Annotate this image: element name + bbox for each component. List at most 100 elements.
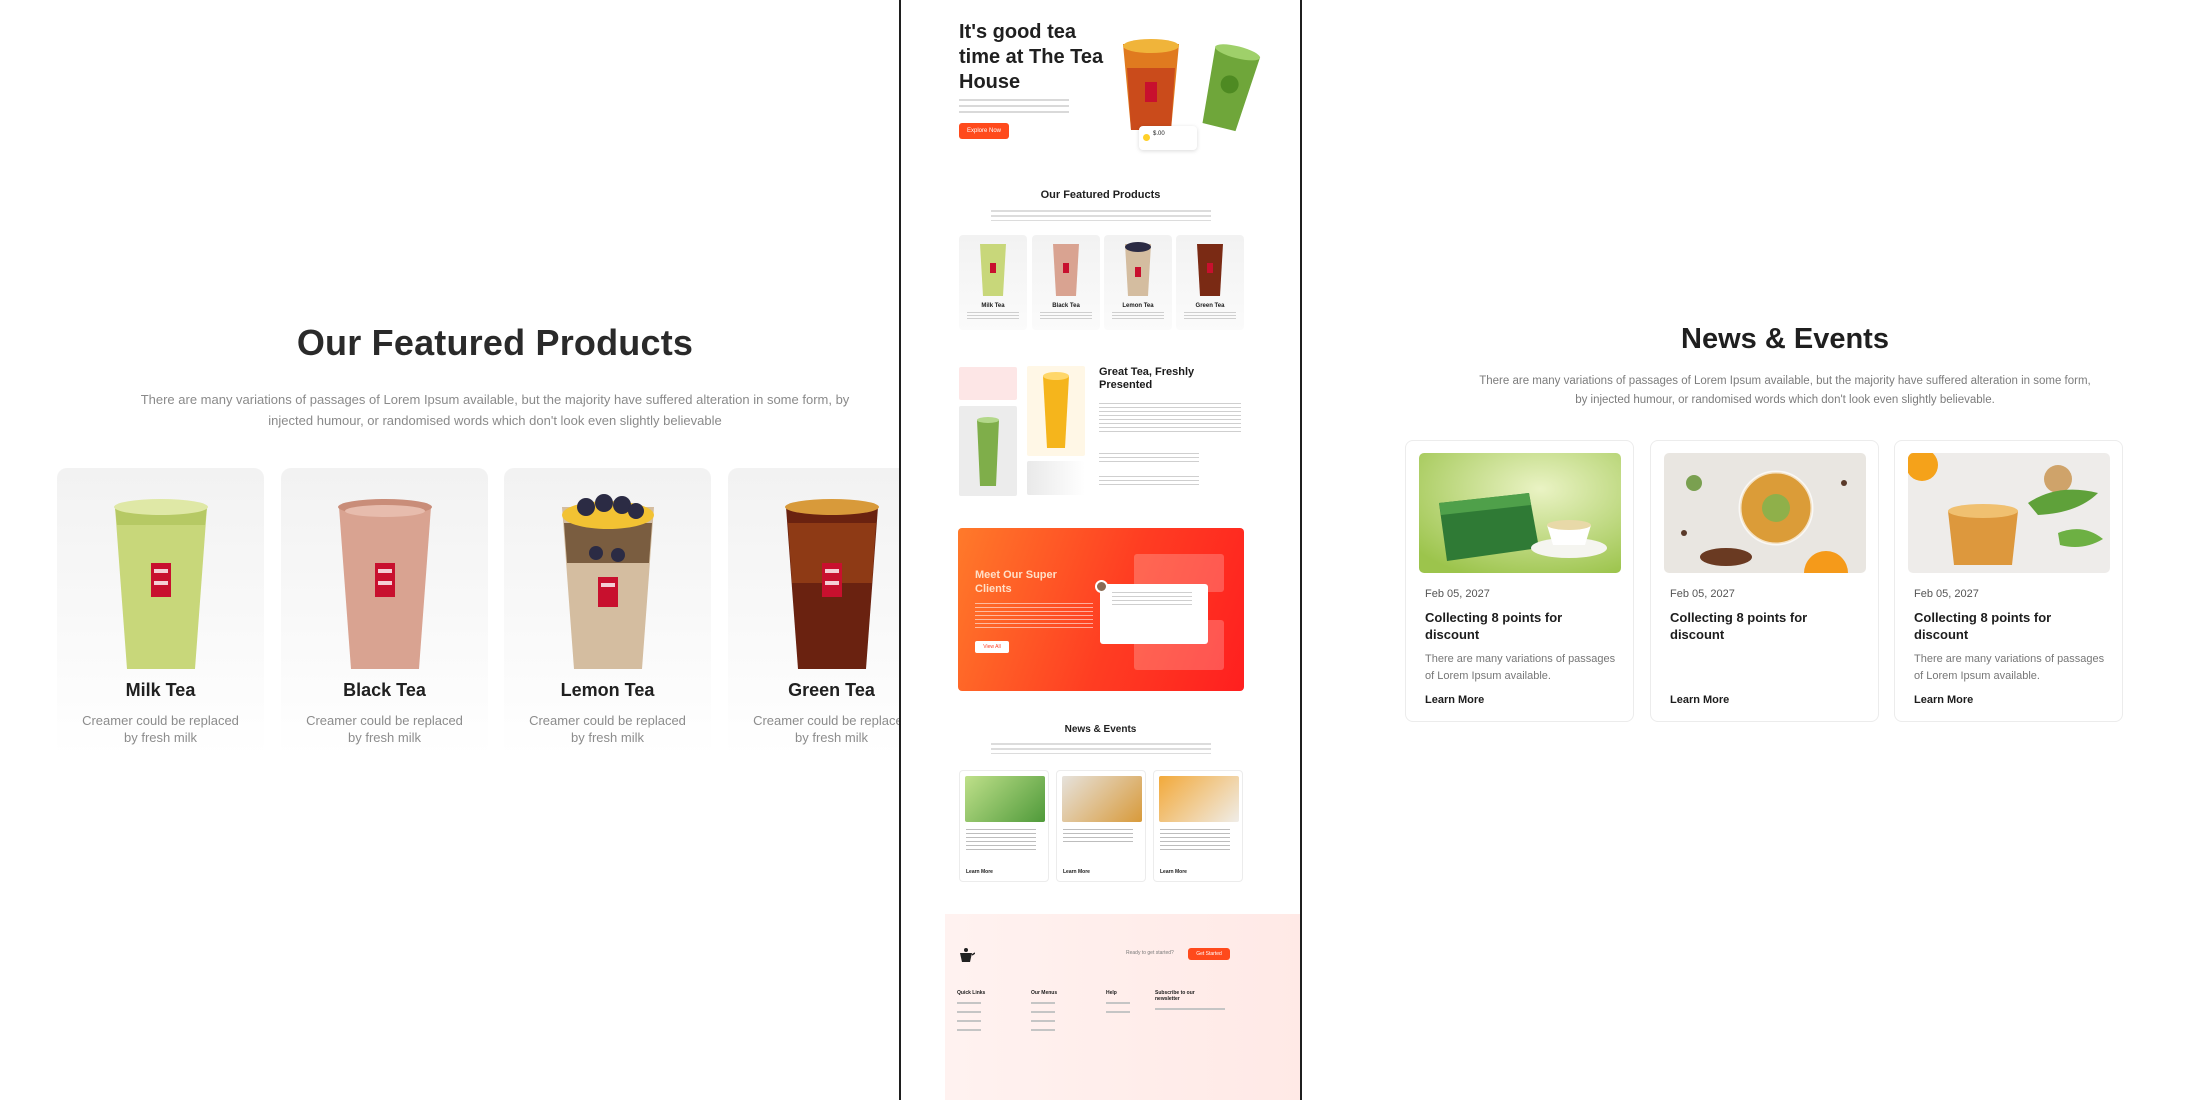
about-point-text [1099, 453, 1199, 462]
mock-news-image [1159, 776, 1239, 822]
footer-column: Help [1106, 990, 1130, 1020]
product-name: Black Tea [343, 680, 426, 700]
mock-news-card[interactable]: Learn More [1056, 770, 1146, 882]
section-title: News & Events [1681, 323, 1889, 355]
mock-product-desc [1040, 312, 1092, 320]
mock-product-card[interactable]: Lemon Tea [1104, 235, 1172, 330]
green-tea-cup-image [785, 499, 879, 669]
mock-footer: Ready to get started? Get Started Quick … [945, 914, 1300, 1100]
hero-title: It's good tea time at The Tea House [959, 21, 1104, 93]
mock-featured-subtitle [991, 210, 1211, 221]
product-desc: Creamer could be replaced by fresh milk [306, 713, 463, 745]
product-desc: Creamer could be replaced by fresh milk [82, 713, 239, 745]
news-events-section: News & Events There are many variations … [1305, 0, 2200, 1100]
section-subtitle: There are many variations of passages of… [1479, 375, 2091, 406]
news-image-herbal-tea [1664, 453, 1866, 573]
about-image-green-tea [959, 406, 1017, 496]
mock-product-name: Green Tea [1195, 303, 1225, 309]
footer-column-title: Help [1106, 990, 1117, 996]
hero-price: $.00 [1153, 131, 1165, 137]
testimonial-card [1100, 584, 1208, 644]
green-tea-cup-image [1197, 244, 1223, 296]
news-description: There are many variations of passages of… [1914, 653, 2105, 682]
product-card-milk-tea[interactable]: Milk Tea Creamer could be replaced by fr… [57, 468, 264, 756]
mock-product-desc [1184, 312, 1236, 320]
mock-news-text [966, 829, 1036, 851]
footer-column-title: Subscribe to our newsletter [1155, 990, 1195, 1002]
learn-more-link[interactable]: Learn More [1914, 694, 1973, 706]
full-page-mockup: It's good tea time at The Tea House Expl… [899, 0, 1302, 1100]
lemon-tea-cup-image [562, 494, 654, 669]
mock-product-card[interactable]: Green Tea [1176, 235, 1244, 330]
milk-tea-cup-image [114, 499, 208, 669]
product-desc: Creamer could be replaced by fresh milk [753, 713, 900, 745]
footer-newsletter: Subscribe to our newsletter [1155, 990, 1225, 1017]
black-tea-cup-image [338, 499, 432, 669]
product-name: Milk Tea [125, 680, 196, 700]
mock-product-name: Black Tea [1052, 303, 1080, 309]
mock-news-title: News & Events [1064, 724, 1137, 735]
news-title: Collecting 8 points for discount [1425, 610, 1563, 642]
mock-news-card[interactable]: Learn More [1153, 770, 1243, 882]
clients-view-all-button[interactable]: View All [975, 641, 1009, 653]
mock-product-card[interactable]: Black Tea [1032, 235, 1100, 330]
clients-banner: Meet Our Super Clients View All [958, 528, 1244, 691]
section-subtitle: There are many variations of passages of… [140, 392, 850, 428]
mock-news-learn-more[interactable]: Learn More [1063, 869, 1090, 875]
hero-price-badge: $.00 [1139, 126, 1197, 150]
learn-more-link[interactable]: Learn More [1670, 694, 1729, 706]
news-date: Feb 05, 2027 [1670, 588, 1735, 600]
black-tea-cup-image [1053, 244, 1079, 296]
news-date: Feb 05, 2027 [1425, 588, 1490, 600]
news-card[interactable]: Feb 05, 2027 Collecting 8 points for dis… [1405, 440, 1634, 722]
section-title: Our Featured Products [296, 322, 694, 363]
mock-product-card[interactable]: Milk Tea [959, 235, 1027, 330]
mock-news-learn-more[interactable]: Learn More [1160, 869, 1187, 875]
clients-description [975, 603, 1093, 631]
news-description: There are many variations of passages of… [1425, 653, 1616, 682]
mock-featured-title: Our Featured Products [1040, 189, 1161, 201]
product-card-lemon-tea[interactable]: Lemon Tea Creamer could be replaced by f… [504, 468, 711, 756]
about-title: Great Tea, Freshly Presented [1099, 366, 1195, 391]
product-name: Green Tea [788, 680, 875, 700]
footer-column: Quick Links [957, 990, 985, 1038]
testimonial-text [1112, 592, 1192, 608]
mock-news-image [1062, 776, 1142, 822]
news-date: Feb 05, 2027 [1914, 588, 1979, 600]
about-point-text [1099, 476, 1199, 485]
about-paragraph [1099, 403, 1241, 433]
teapot-logo-icon [960, 948, 975, 962]
mock-news-image [965, 776, 1045, 822]
hero-description [959, 99, 1069, 117]
featured-products-section: Our Featured Products There are many var… [0, 0, 900, 1100]
footer-column: Our Menus [1031, 990, 1057, 1038]
mock-news-text [1063, 829, 1133, 843]
product-card-green-tea[interactable]: Green Tea Creamer could be replaced by f… [728, 468, 900, 756]
footer-get-started-button[interactable]: Get Started [1188, 948, 1230, 960]
milk-tea-cup-image [980, 244, 1006, 296]
about-image-extra [1027, 461, 1085, 495]
hero-explore-button[interactable]: Explore Now [959, 123, 1009, 139]
footer-column-title: Our Menus [1031, 990, 1058, 996]
mock-news-text [1160, 829, 1230, 851]
footer-column-title: Quick Links [957, 990, 986, 996]
news-card[interactable]: Feb 05, 2027 Collecting 8 points for dis… [1894, 440, 2123, 722]
news-card[interactable]: Feb 05, 2027 Collecting 8 points for dis… [1650, 440, 1879, 722]
mock-news-learn-more[interactable]: Learn More [966, 869, 993, 875]
learn-more-link[interactable]: Learn More [1425, 694, 1484, 706]
mock-product-desc [1112, 312, 1164, 320]
news-title: Collecting 8 points for discount [1670, 610, 1808, 642]
news-image-lemon-tea [1908, 453, 2110, 573]
about-decoration [959, 367, 1017, 400]
product-name: Lemon Tea [560, 680, 655, 700]
mock-news-card[interactable]: Learn More [959, 770, 1049, 882]
mock-product-name: Milk Tea [981, 303, 1005, 309]
lemon-tea-cup-image [1125, 242, 1151, 296]
about-image-mango-tea [1027, 366, 1085, 456]
product-card-black-tea[interactable]: Black Tea Creamer could be replaced by f… [281, 468, 488, 756]
mock-news-subtitle [991, 743, 1211, 754]
star-icon [1143, 134, 1150, 141]
news-image-tea-box [1419, 453, 1621, 573]
news-title: Collecting 8 points for discount [1914, 610, 2052, 642]
mock-product-desc [967, 312, 1019, 320]
